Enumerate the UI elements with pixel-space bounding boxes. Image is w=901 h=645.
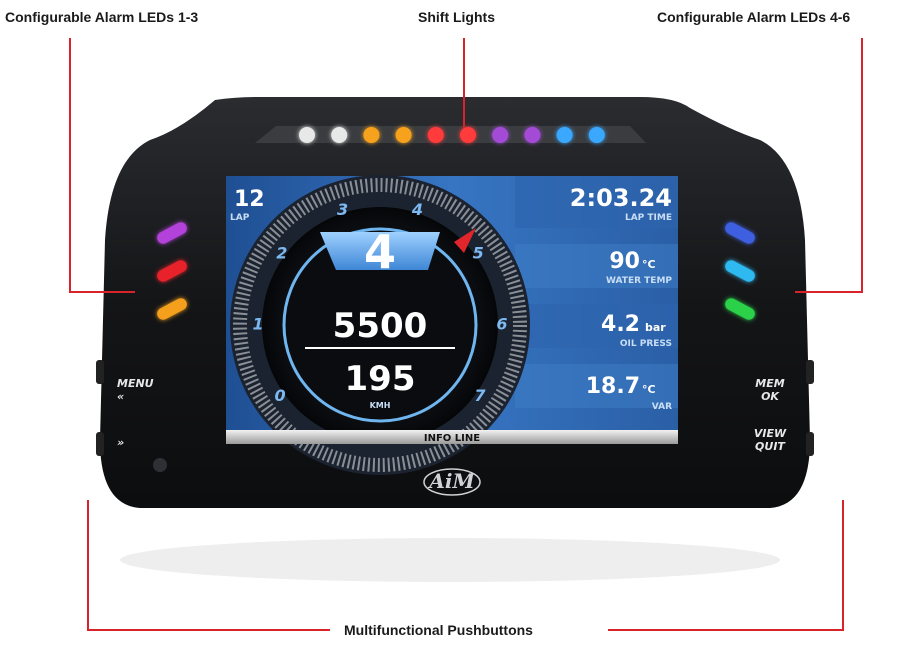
device-shadow (120, 538, 780, 582)
shift-light-led (395, 127, 412, 143)
lap-time-value: 2:03.24 (570, 184, 672, 212)
rpm-value: 5500 (333, 306, 428, 346)
oil-press-value: 4.2 (601, 312, 640, 337)
shift-light-led (331, 127, 348, 143)
tach-mark-label: 5 (473, 244, 484, 263)
mem-button-label[interactable]: MEM (755, 377, 784, 390)
lap-label: LAP (230, 213, 250, 223)
lap-value: 12 (234, 187, 265, 212)
speed-unit: KMH (370, 401, 391, 410)
lap-time-label: LAP TIME (625, 213, 672, 223)
shift-light-led (556, 127, 573, 143)
shift-light-led (524, 127, 541, 143)
tach-mark-label: 2 (276, 244, 287, 263)
var-value: 18.7 (586, 374, 640, 399)
shift-light-led (427, 127, 444, 143)
oil-press-unit: bar (645, 321, 666, 334)
menu-button-label[interactable]: MENU (117, 377, 154, 390)
tach-mark-label: 3 (337, 200, 348, 219)
gear-value: 4 (364, 225, 396, 279)
shift-light-led (460, 127, 476, 143)
water-temp-value: 90 (609, 249, 640, 274)
ok-button-label[interactable]: OK (761, 390, 780, 403)
shift-light-led (363, 127, 380, 143)
var-label: VAR (652, 402, 672, 412)
info-line-text: INFO LINE (424, 433, 480, 444)
right-side-button-bottom[interactable] (806, 432, 814, 456)
oil-press-label: OIL PRESS (620, 339, 672, 349)
shift-light-led (299, 127, 315, 143)
left-side-button-bottom[interactable] (96, 432, 104, 456)
water-temp-label: WATER TEMP (606, 276, 672, 286)
quit-button-label[interactable]: QUIT (755, 440, 786, 453)
tach-mark-label: 7 (474, 386, 486, 405)
dashboard-diagram: 0123 4567 4 5500 195 KMH 12 LAP 2:03.24 L… (69, 38, 863, 631)
left-side-button-top[interactable] (96, 360, 104, 384)
tach-mark-label: 6 (496, 314, 507, 333)
speed-value: 195 (345, 359, 416, 399)
next-arrows-label[interactable]: » (117, 436, 124, 449)
tach-mark-label: 4 (411, 200, 423, 219)
right-side-button-top[interactable] (806, 360, 814, 384)
menu-arrows-label[interactable]: « (117, 390, 124, 403)
var-unit: °C (642, 383, 656, 396)
tach-mark-label: 0 (274, 386, 285, 405)
tach-mark-label: 1 (252, 314, 263, 333)
shift-light-led (492, 127, 509, 143)
water-temp-unit: °C (642, 258, 656, 271)
view-button-label[interactable]: VIEW (754, 427, 787, 440)
shift-light-led (588, 127, 605, 143)
light-sensor (153, 458, 167, 472)
